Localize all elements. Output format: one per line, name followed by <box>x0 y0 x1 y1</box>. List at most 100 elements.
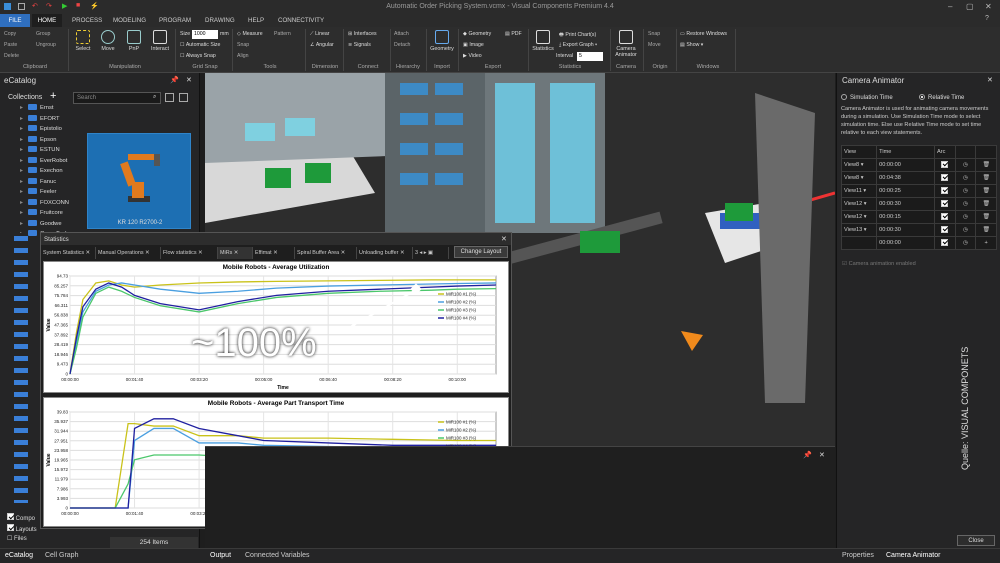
camera-animator-button[interactable]: Camera Animator <box>612 30 640 58</box>
maximize-icon[interactable]: ▢ <box>966 2 974 11</box>
export-pdf-button[interactable]: ▤ PDF <box>505 31 522 37</box>
automatic-size-checkbox[interactable]: ☐ Automatic Size <box>180 42 220 48</box>
tab-help[interactable]: HELP <box>248 16 264 25</box>
arc-cell[interactable] <box>933 236 956 250</box>
camera-enabled-checkbox[interactable]: ☑ Camera animation enabled <box>842 261 916 267</box>
component-preview[interactable]: KR 120 R2700-2 <box>87 133 191 229</box>
time-cell[interactable]: 00:00:15 <box>876 210 935 224</box>
tab-program[interactable]: PROGRAM <box>159 16 191 25</box>
grid-view-icon[interactable] <box>165 93 174 102</box>
camera-view-row[interactable]: View12 ▾ 00:00:30 ◷ 🗑 <box>840 197 997 211</box>
paste-button[interactable]: Paste <box>4 42 17 48</box>
view-cell[interactable]: View8 ▾ <box>840 171 878 185</box>
vendor-item[interactable]: ▸ Epson <box>20 135 56 145</box>
clock-icon[interactable]: ◷ <box>954 197 977 211</box>
arc-cell[interactable] <box>933 210 956 224</box>
time-cell[interactable]: 00:00:00 <box>876 236 935 250</box>
vendor-item[interactable]: ▸ Ernst <box>20 103 54 113</box>
filter-components[interactable]: Compo <box>7 513 35 522</box>
vendor-item[interactable]: ▸ Exechon <box>20 166 63 176</box>
view-cell[interactable] <box>840 236 878 250</box>
tab-effimat[interactable]: Effimat ✕ <box>253 247 295 259</box>
show-windows-button[interactable]: ▤ Show ▾ <box>680 42 703 48</box>
camera-panel-close-icon[interactable]: ✕ <box>987 76 993 84</box>
pnp-button[interactable]: PnP <box>124 30 144 52</box>
time-cell[interactable]: 00:00:00 <box>876 158 935 172</box>
tab-home[interactable]: HOME <box>32 14 62 27</box>
grid-size-input[interactable]: 1000 <box>192 30 218 39</box>
group-button[interactable]: Group <box>36 31 50 37</box>
time-cell[interactable]: 00:00:25 <box>876 184 935 198</box>
filter-files[interactable]: ☐ Files <box>7 535 27 542</box>
pattern-button[interactable]: Pattern <box>274 31 291 37</box>
clock-icon[interactable]: ◷ <box>954 184 977 198</box>
view-cell[interactable]: View12 ▾ <box>840 197 878 211</box>
list-view-icon[interactable] <box>179 93 188 102</box>
vendor-item[interactable]: ▸ Fanuc <box>20 177 56 187</box>
clock-icon[interactable]: ◷ <box>954 236 977 250</box>
view-cell[interactable]: View12 ▾ <box>840 210 878 224</box>
tab-flow-statistics[interactable]: Flow statistics ✕ <box>161 247 218 259</box>
export-video-button[interactable]: ▶ Video <box>463 53 482 59</box>
statistics-close-icon[interactable]: ✕ <box>501 235 507 243</box>
copy-button[interactable]: Copy <box>4 31 16 37</box>
camera-view-row[interactable]: View8 ▾ 00:04:38 ◷ 🗑 <box>840 171 997 185</box>
pin-icon[interactable]: 📌 <box>170 76 179 84</box>
output-close-icon[interactable]: ✕ <box>819 451 825 459</box>
camera-view-row[interactable]: View11 ▾ 00:00:25 ◷ 🗑 <box>840 184 997 198</box>
panel-close-icon[interactable]: ✕ <box>186 76 192 84</box>
tab-output[interactable]: Output <box>210 552 231 559</box>
camera-view-row[interactable]: View12 ▾ 00:00:15 ◷ 🗑 <box>840 210 997 224</box>
origin-snap-button[interactable]: Snap <box>648 31 660 37</box>
search-icon[interactable]: ⌕ <box>153 94 156 101</box>
output-pin-icon[interactable]: 📌 <box>803 451 812 459</box>
filter-layouts[interactable]: Layouts <box>7 524 37 533</box>
camera-view-row[interactable]: 00:00:00 ◷ + <box>840 236 997 250</box>
interfaces-button[interactable]: ⊞ Interfaces <box>348 31 377 37</box>
tab-mirs[interactable]: MiRs ✕ <box>218 247 253 259</box>
snap-button[interactable]: Snap <box>237 42 249 48</box>
export-image-button[interactable]: ▣ Image <box>463 42 484 48</box>
delete-icon[interactable]: 🗑 <box>975 171 997 185</box>
help-icon[interactable]: ? <box>985 15 989 22</box>
interval-input[interactable]: 5 <box>577 52 603 61</box>
angular-button[interactable]: ∠ Angular <box>310 42 334 48</box>
vendor-item[interactable]: ▸ Fruitcore <box>20 208 63 218</box>
tab-properties[interactable]: Properties <box>842 552 874 559</box>
add-collection-icon[interactable]: + <box>50 90 56 102</box>
relative-time-radio[interactable]: Relative Time <box>919 94 964 101</box>
view-cell[interactable]: View8 ▾ <box>840 158 878 172</box>
tab-connectivity[interactable]: CONNECTIVITY <box>278 16 324 25</box>
time-cell[interactable]: 00:00:30 <box>876 197 935 211</box>
tab-connected-variables[interactable]: Connected Variables <box>245 552 309 559</box>
delete-icon[interactable]: 🗑 <box>975 184 997 198</box>
select-button[interactable]: Select <box>73 30 93 52</box>
signals-button[interactable]: ≋ Signals <box>348 42 371 48</box>
tab-file[interactable]: FILE <box>0 14 30 27</box>
tab-manual-operations[interactable]: Manual Operations ✕ <box>96 247 161 259</box>
attach-button[interactable]: Attach <box>394 31 409 37</box>
delete-icon[interactable]: 🗑 <box>975 158 997 172</box>
view-cell[interactable]: View11 ▾ <box>840 184 878 198</box>
arc-cell[interactable] <box>933 223 956 237</box>
camera-view-row[interactable]: View8 ▾ 00:00:00 ◷ 🗑 <box>840 158 997 172</box>
ungroup-button[interactable]: Ungroup <box>36 42 56 48</box>
delete-icon[interactable]: 🗑 <box>975 223 997 237</box>
ecatalog-search-input[interactable]: Search <box>73 92 161 104</box>
clock-icon[interactable]: ◷ <box>954 210 977 224</box>
tab-more[interactable]: 3 ◂ ▸ ▣ <box>413 247 449 259</box>
vendor-item[interactable]: ▸ Feeler <box>20 187 56 197</box>
tab-drawing[interactable]: DRAWING <box>205 16 235 25</box>
tab-system-statistics[interactable]: System Statistics ✕ <box>41 247 96 259</box>
print-charts-button[interactable]: 🖶 Print Chart(s) <box>559 31 596 40</box>
measure-button[interactable]: ◇ Measure <box>237 31 263 37</box>
time-cell[interactable]: 00:00:30 <box>876 223 935 237</box>
change-layout-button[interactable]: Change Layout <box>454 246 508 258</box>
vendor-item[interactable]: ▸ ESTUN <box>20 145 60 155</box>
camera-view-row[interactable]: View13 ▾ 00:00:30 ◷ 🗑 <box>840 223 997 237</box>
vendor-item[interactable]: ▸ Epistolio <box>20 124 62 134</box>
vendor-item[interactable]: ▸ EFORT <box>20 114 60 124</box>
origin-move-button[interactable]: Move <box>648 42 661 48</box>
delete-icon[interactable]: 🗑 <box>975 210 997 224</box>
vendor-item[interactable]: ▸ Goodwe <box>20 219 62 229</box>
